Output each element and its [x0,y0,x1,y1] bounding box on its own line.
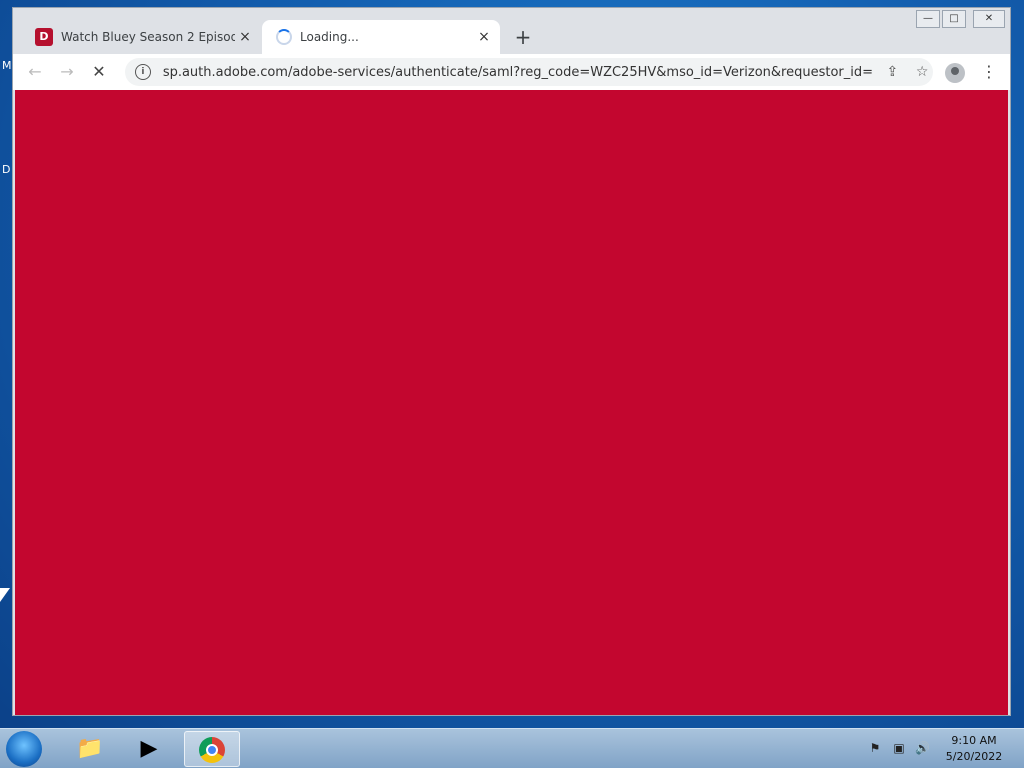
system-clock[interactable]: 9:10 AM 5/20/2022 [940,733,1008,765]
clock-time: 9:10 AM [951,734,997,747]
tab-bluey[interactable]: D Watch Bluey Season 2 Episode 5 × [21,20,261,54]
info-icon[interactable]: i [135,64,151,80]
bookmark-star-icon[interactable]: ☆ [911,61,933,83]
back-button[interactable]: ← [23,60,47,84]
tab-loading[interactable]: Loading... × [262,20,500,54]
close-window-button[interactable]: ✕ [973,10,1005,28]
start-button[interactable] [6,731,42,767]
clock-date: 5/20/2022 [945,750,1003,763]
tab-title: Loading... [300,30,359,44]
loading-spinner-icon [276,29,292,45]
disney-plus-icon: D [35,28,53,46]
stop-button[interactable]: ✕ [87,60,111,84]
share-icon[interactable]: ⇪ [882,61,904,83]
file-explorer-icon[interactable]: 📁 [62,731,118,767]
tab-title: Watch Bluey Season 2 Episode 5 [61,30,235,44]
maximize-button[interactable]: □ [942,10,966,28]
menu-icon[interactable]: ⋮ [979,60,999,84]
chrome-taskbar-icon[interactable] [184,731,240,767]
mouse-cursor-icon [0,588,10,602]
profile-avatar-icon[interactable] [945,63,965,83]
tab-strip: D Watch Bluey Season 2 Episode 5 × Loadi… [13,8,1010,54]
network-icon[interactable]: ▣ [892,741,906,755]
taskbar: 📁 ▶ ⚑ ▣ 🔊 9:10 AM 5/20/2022 [0,728,1024,768]
browser-toolbar: ← → ✕ i sp.auth.adobe.com/adobe-services… [13,54,1010,90]
close-tab-icon[interactable]: × [235,27,255,47]
new-tab-button[interactable]: + [511,25,535,49]
close-tab-icon[interactable]: × [474,27,494,47]
desktop-icon-label: D [2,163,11,176]
address-bar[interactable]: i sp.auth.adobe.com/adobe-services/authe… [125,58,933,86]
desktop-icon-label: M [2,59,12,72]
chrome-icon [199,737,225,763]
media-player-icon[interactable]: ▶ [121,731,177,767]
minimize-button[interactable]: — [916,10,940,28]
forward-button[interactable]: → [55,60,79,84]
volume-icon[interactable]: 🔊 [915,741,930,755]
action-center-flag-icon[interactable]: ⚑ [868,741,882,755]
url-text[interactable]: sp.auth.adobe.com/adobe-services/authent… [163,65,874,80]
page-content [15,90,1008,715]
browser-window: D Watch Bluey Season 2 Episode 5 × Loadi… [12,7,1011,716]
